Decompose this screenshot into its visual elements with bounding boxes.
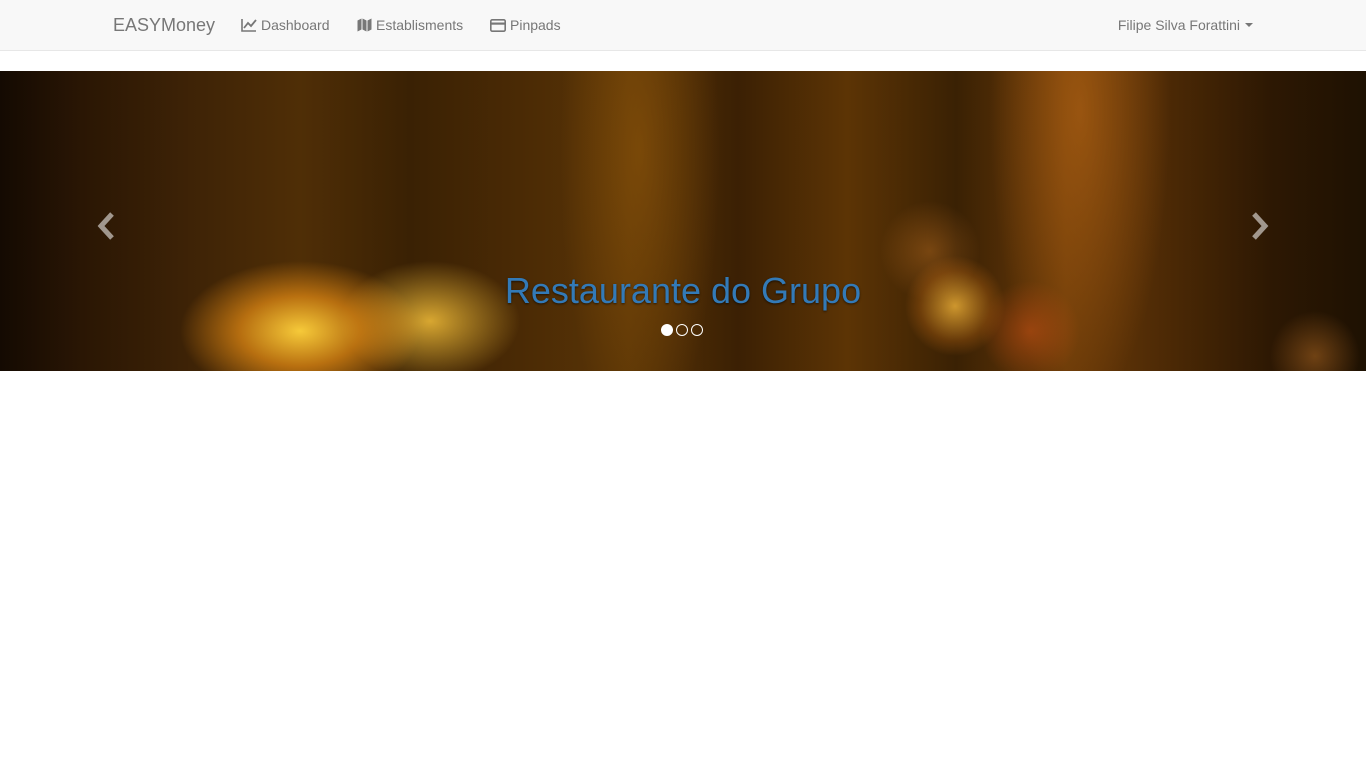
carousel-indicator-1[interactable] xyxy=(661,324,673,336)
nav-establisments-label: Establisments xyxy=(376,17,464,33)
nav-dashboard-label: Dashboard xyxy=(261,17,330,33)
user-name: Filipe Silva Forattini xyxy=(1117,17,1240,33)
line-chart-icon xyxy=(241,18,257,32)
user-dropdown[interactable]: Filipe Silva Forattini xyxy=(1118,16,1253,34)
carousel-indicators xyxy=(661,324,703,336)
carousel-caption: Restaurante do Grupo xyxy=(504,270,862,311)
caret-down-icon xyxy=(1245,23,1253,27)
top-navbar: EASYMoney Dashboard Establisments Pinpad… xyxy=(0,0,1366,51)
carousel-prev-button[interactable] xyxy=(91,211,121,245)
carousel-indicator-3[interactable] xyxy=(691,324,703,336)
credit-card-icon xyxy=(490,18,506,32)
chevron-right-icon xyxy=(1249,211,1271,246)
nav-pinpads-label: Pinpads xyxy=(510,17,561,33)
chevron-left-icon xyxy=(95,211,117,246)
map-icon xyxy=(357,18,372,32)
brand-link[interactable]: EASYMoney xyxy=(113,14,215,36)
image-carousel: Restaurante do Grupo xyxy=(0,71,1366,371)
carousel-indicator-2[interactable] xyxy=(676,324,688,336)
nav-pinpads[interactable]: Pinpads xyxy=(490,16,561,34)
nav-establisments[interactable]: Establisments xyxy=(357,16,463,34)
carousel-next-button[interactable] xyxy=(1245,211,1275,245)
nav-dashboard[interactable]: Dashboard xyxy=(241,16,330,34)
